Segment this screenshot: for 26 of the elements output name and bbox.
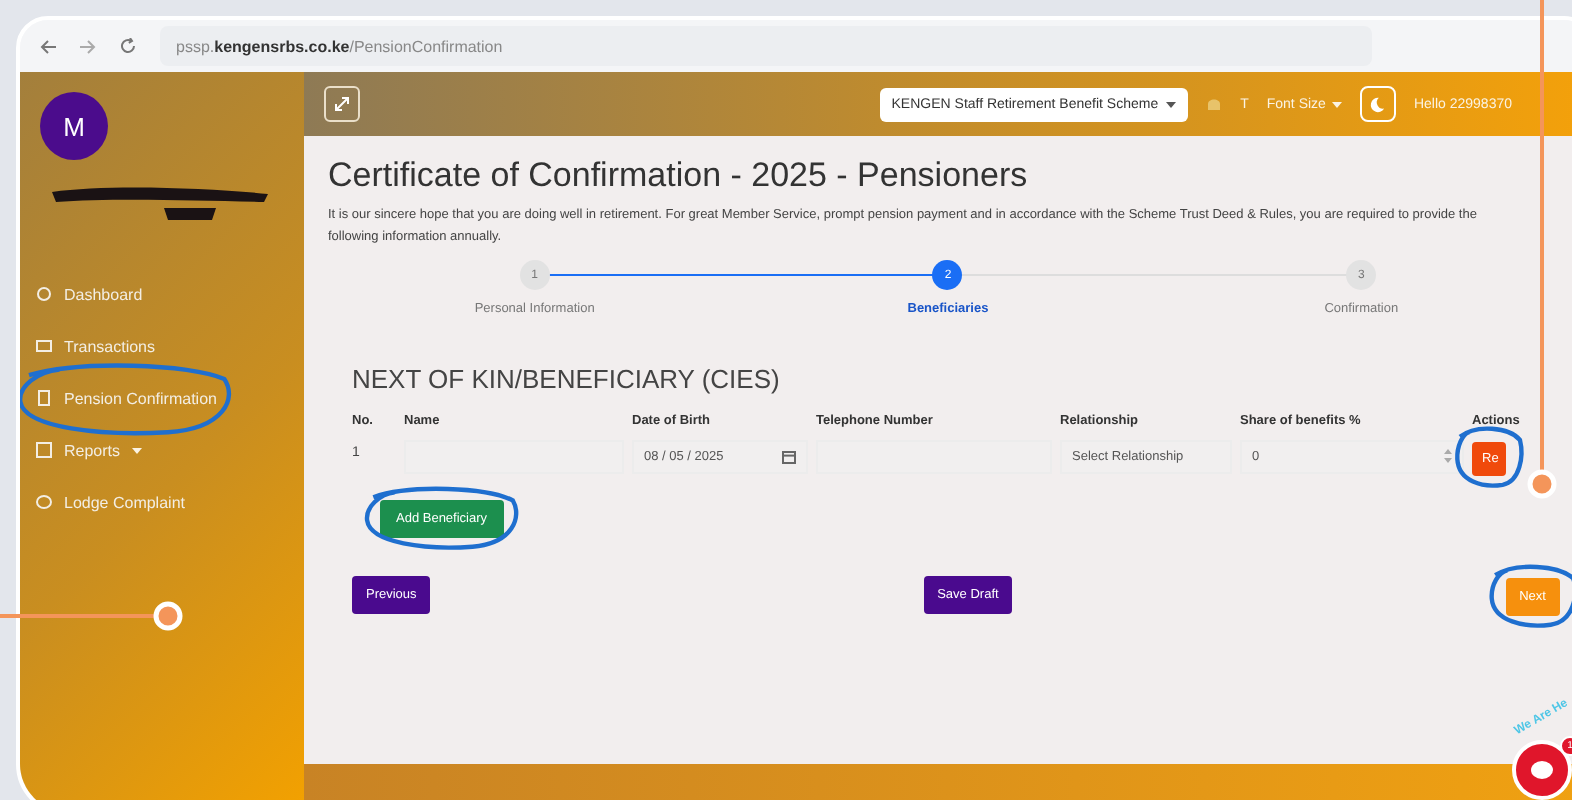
chat-icon: [36, 494, 52, 510]
sidebar-item[interactable]: Transactions: [32, 320, 155, 372]
bell-icon[interactable]: [1206, 95, 1223, 113]
back-icon[interactable]: [40, 39, 56, 53]
dashboard-icon: [36, 286, 52, 302]
report-icon: [36, 442, 52, 458]
spinner-icon[interactable]: [1444, 448, 1452, 465]
moon-icon[interactable]: [1359, 86, 1396, 122]
caret-icon: [1331, 101, 1342, 107]
sidebar-item[interactable]: Dashboard: [32, 268, 143, 320]
address-bar[interactable]: pssp.kengensrbs.co.ke/PensionConfirmation: [160, 26, 1372, 66]
url-text: pssp.kengensrbs.co.ke/PensionConfirmation: [176, 37, 503, 55]
sidebar-item[interactable]: Pension Confirmation: [32, 372, 217, 424]
avatar: M: [40, 92, 108, 160]
caret-icon: [1166, 101, 1177, 107]
reload-icon[interactable]: [120, 38, 136, 54]
sidebar-item[interactable]: Reports: [32, 424, 143, 476]
expand-icon[interactable]: [324, 86, 360, 122]
forward-icon[interactable]: [80, 39, 96, 53]
section-title: NEXT OF KIN/BENEFICIARY (CIES): [352, 364, 782, 395]
chat-icon: [1530, 760, 1554, 780]
sidebar-item[interactable]: Lodge Complaint: [32, 476, 185, 528]
calendar-icon[interactable]: [782, 449, 796, 464]
page-title: Certificate of Confirmation - 2025 - Pensioners: [328, 156, 1030, 196]
doc-icon: [36, 390, 52, 406]
card-icon: [36, 338, 52, 354]
